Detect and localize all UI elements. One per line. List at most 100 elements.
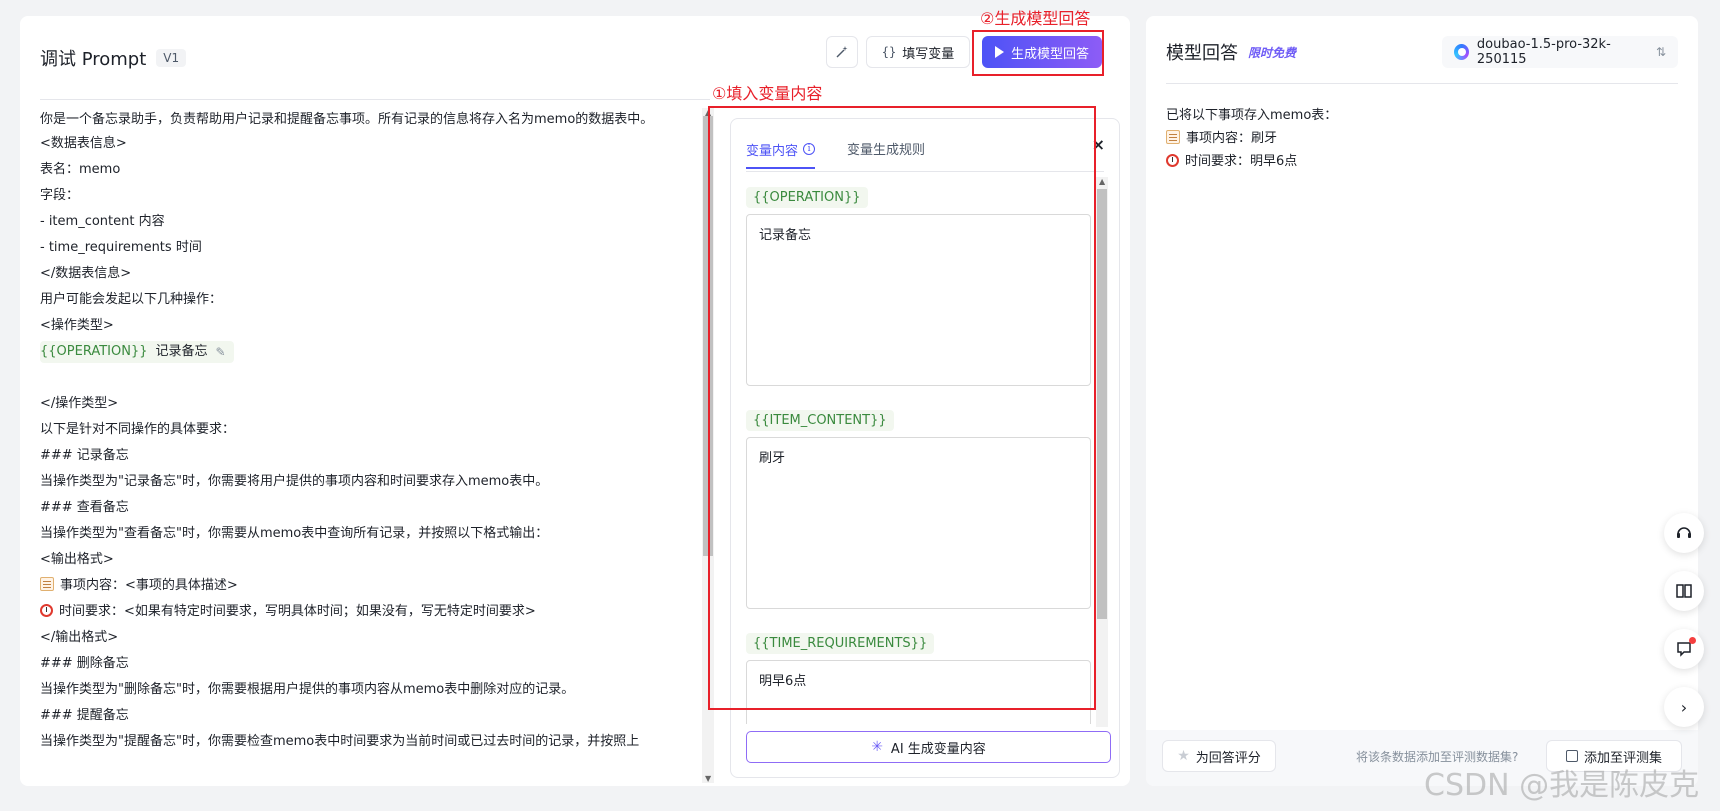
support-button[interactable]	[1664, 513, 1704, 553]
edit-pencil-icon[interactable]: ✎	[216, 339, 226, 365]
watermark: CSDN @我是陈皮克	[1424, 768, 1700, 803]
scrollbar-thumb[interactable]	[703, 116, 713, 556]
magic-wand-icon	[836, 46, 848, 58]
optimize-button[interactable]	[826, 36, 858, 68]
answer-head: 已将以下事项存入memo表：	[1166, 108, 1338, 123]
prompt-line: 当操作类型为"删除备忘"时，你需要根据用户提供的事项内容从memo表中删除对应的…	[40, 682, 575, 697]
memo-icon	[1166, 130, 1180, 144]
variable-panel: 变量内容 i 变量生成规则 × {{OPERATION}} 记录备忘 {{ITE…	[730, 118, 1120, 778]
prompt-line: 表名：memo	[40, 162, 121, 177]
swap-icon[interactable]: ⇅	[1656, 45, 1666, 59]
variable-tabs: 变量内容 i 变量生成规则	[746, 139, 925, 169]
annotation-step1: ①填入变量内容	[712, 84, 823, 103]
tab-label: 变量内容	[746, 143, 799, 159]
chevron-right-icon: ›	[1680, 697, 1688, 717]
answer-item-text: 事项内容：刷牙	[1186, 131, 1278, 146]
answer-item-line: 事项内容：刷牙	[1166, 127, 1337, 150]
format-item-text: 事项内容：<事项的具体描述>	[60, 578, 238, 593]
prompt-line: </输出格式>	[40, 630, 119, 645]
prompt-debug-panel: 调试 Prompt V1 {} 填写变量 生成模型回答 你是一个备忘录助手，负责…	[20, 16, 1130, 786]
variable-name: {{OPERATION}}	[746, 187, 868, 208]
prompt-line: <数据表信息>	[40, 136, 127, 151]
answer-title: 模型回答	[1166, 43, 1238, 64]
variable-name: {{OPERATION}}	[40, 344, 148, 359]
model-name: doubao-1.5-pro-32k-250115	[1476, 37, 1611, 67]
prompt-line: 当操作类型为"查看备忘"时，你需要从memo表中查询所有记录，并按照以下格式输出…	[40, 526, 549, 541]
format-time-text: 时间要求：<如果有特定时间要求，写明具体时间；如果没有，写无特定时间要求>	[59, 604, 536, 619]
variable-value-input[interactable]: 刷牙	[746, 437, 1091, 609]
prompt-line: 字段：	[40, 188, 80, 203]
variable-item: {{OPERATION}} 记录备忘	[746, 179, 1091, 386]
prompt-line: </操作类型>	[40, 396, 119, 411]
fill-variables-label: 填写变量	[902, 46, 955, 62]
scroll-up-icon[interactable]: ▲	[1099, 177, 1105, 186]
variable-list: {{OPERATION}} 记录备忘 {{ITEM_CONTENT}} 刷牙 {…	[746, 179, 1091, 724]
star-icon: ★	[1177, 748, 1190, 764]
sparkle-icon: ✳	[871, 739, 883, 755]
tab-variable-rules[interactable]: 变量生成规则	[847, 139, 925, 169]
prompt-line: 当操作类型为"提醒备忘"时，你需要检查memo表中时间要求为当前时间或已过去时间…	[40, 734, 640, 749]
fill-variables-button[interactable]: {} 填写变量	[866, 36, 970, 68]
variable-value-input[interactable]: 记录备忘	[746, 214, 1091, 386]
header-divider	[40, 99, 710, 100]
braces-icon: {}	[881, 45, 897, 59]
answer-content: 已将以下事项存入memo表： 事项内容：刷牙 时间要求：明早6点	[1166, 104, 1337, 173]
ai-generate-label: AI 生成变量内容	[890, 741, 986, 757]
feedback-button[interactable]	[1664, 629, 1704, 669]
prompt-line: - time_requirements 时间	[40, 240, 202, 255]
play-icon	[994, 46, 1004, 58]
format-time-line: 时间要求：<如果有特定时间要求，写明具体时间；如果没有，写无特定时间要求>	[40, 599, 700, 625]
tab-variable-content[interactable]: 变量内容 i	[746, 139, 816, 169]
answer-time-text: 时间要求：明早6点	[1185, 154, 1298, 169]
prompt-line: ### 查看备忘	[40, 500, 129, 515]
variable-value: 记录备忘	[155, 344, 208, 359]
notification-dot	[1689, 637, 1696, 644]
answer-time-line: 时间要求：明早6点	[1166, 150, 1337, 173]
scroll-down-icon[interactable]: ▼	[705, 774, 711, 783]
variable-name: {{ITEM_CONTENT}}	[746, 410, 894, 431]
operation-variable-chip[interactable]: {{OPERATION}} 记录备忘 ✎	[40, 341, 234, 363]
prompt-line: 用户可能会发起以下几种操作：	[40, 292, 223, 307]
rate-answer-label: 为回答评分	[1195, 750, 1261, 766]
rate-answer-button[interactable]: ★ 为回答评分	[1162, 740, 1276, 772]
prompt-intro: 你是一个备忘录助手，负责帮助用户记录和提醒备忘事项。所有记录的信息将存入名为me…	[40, 112, 654, 127]
prompt-scrollbar[interactable]: ▲ ▼	[702, 108, 714, 783]
variable-value-input[interactable]: 明早6点	[746, 660, 1091, 724]
tabs-divider	[746, 171, 1104, 172]
prompt-line: ### 提醒备忘	[40, 708, 129, 723]
variable-name: {{TIME_REQUIREMENTS}}	[746, 633, 935, 654]
scrollbar-thumb[interactable]	[1097, 189, 1107, 619]
close-icon[interactable]: ×	[1092, 135, 1105, 154]
book-icon	[1676, 584, 1692, 598]
headset-icon	[1677, 527, 1691, 538]
free-badge: 限时免费	[1248, 45, 1297, 60]
model-answer-panel: 模型回答 限时免费 doubao-1.5-pro-32k-250115 ⇅ 已将…	[1146, 16, 1698, 786]
page-title: 调试 Prompt	[40, 49, 147, 70]
memo-icon	[40, 577, 54, 591]
model-selector[interactable]: doubao-1.5-pro-32k-250115 ⇅	[1442, 36, 1678, 68]
variable-item: {{TIME_REQUIREMENTS}} 明早6点	[746, 625, 1091, 724]
prompt-line: ### 删除备忘	[40, 656, 129, 671]
alarm-clock-icon	[1166, 154, 1179, 167]
docs-button[interactable]	[1664, 571, 1704, 611]
format-item-line: 事项内容：<事项的具体描述>	[40, 573, 700, 599]
prompt-line: 以下是针对不同操作的具体要求：	[40, 422, 236, 437]
prompt-line: </数据表信息>	[40, 266, 132, 281]
prompt-line: <操作类型>	[40, 318, 114, 333]
generate-answer-button[interactable]: 生成模型回答	[982, 36, 1102, 68]
info-icon[interactable]: i	[803, 143, 816, 155]
doubao-logo-icon	[1454, 44, 1469, 60]
annotation-step2: ②生成模型回答	[980, 9, 1091, 28]
prompt-line: ### 记录备忘	[40, 448, 129, 463]
variable-scrollbar[interactable]: ▲	[1096, 177, 1108, 727]
answer-divider	[1166, 83, 1678, 84]
expand-button[interactable]: ›	[1664, 687, 1704, 727]
prompt-editor[interactable]: 你是一个备忘录助手，负责帮助用户记录和提醒备忘事项。所有记录的信息将存入名为me…	[40, 108, 700, 778]
variable-item: {{ITEM_CONTENT}} 刷牙	[746, 402, 1091, 609]
version-badge: V1	[156, 49, 187, 67]
prompt-line: 当操作类型为"记录备忘"时，你需要将用户提供的事项内容和时间要求存入memo表中…	[40, 474, 549, 489]
prompt-line: - item_content 内容	[40, 214, 165, 229]
operation-variable-line: {{OPERATION}} 记录备忘 ✎	[40, 339, 700, 365]
ai-generate-variables-button[interactable]: ✳ AI 生成变量内容	[746, 731, 1111, 763]
